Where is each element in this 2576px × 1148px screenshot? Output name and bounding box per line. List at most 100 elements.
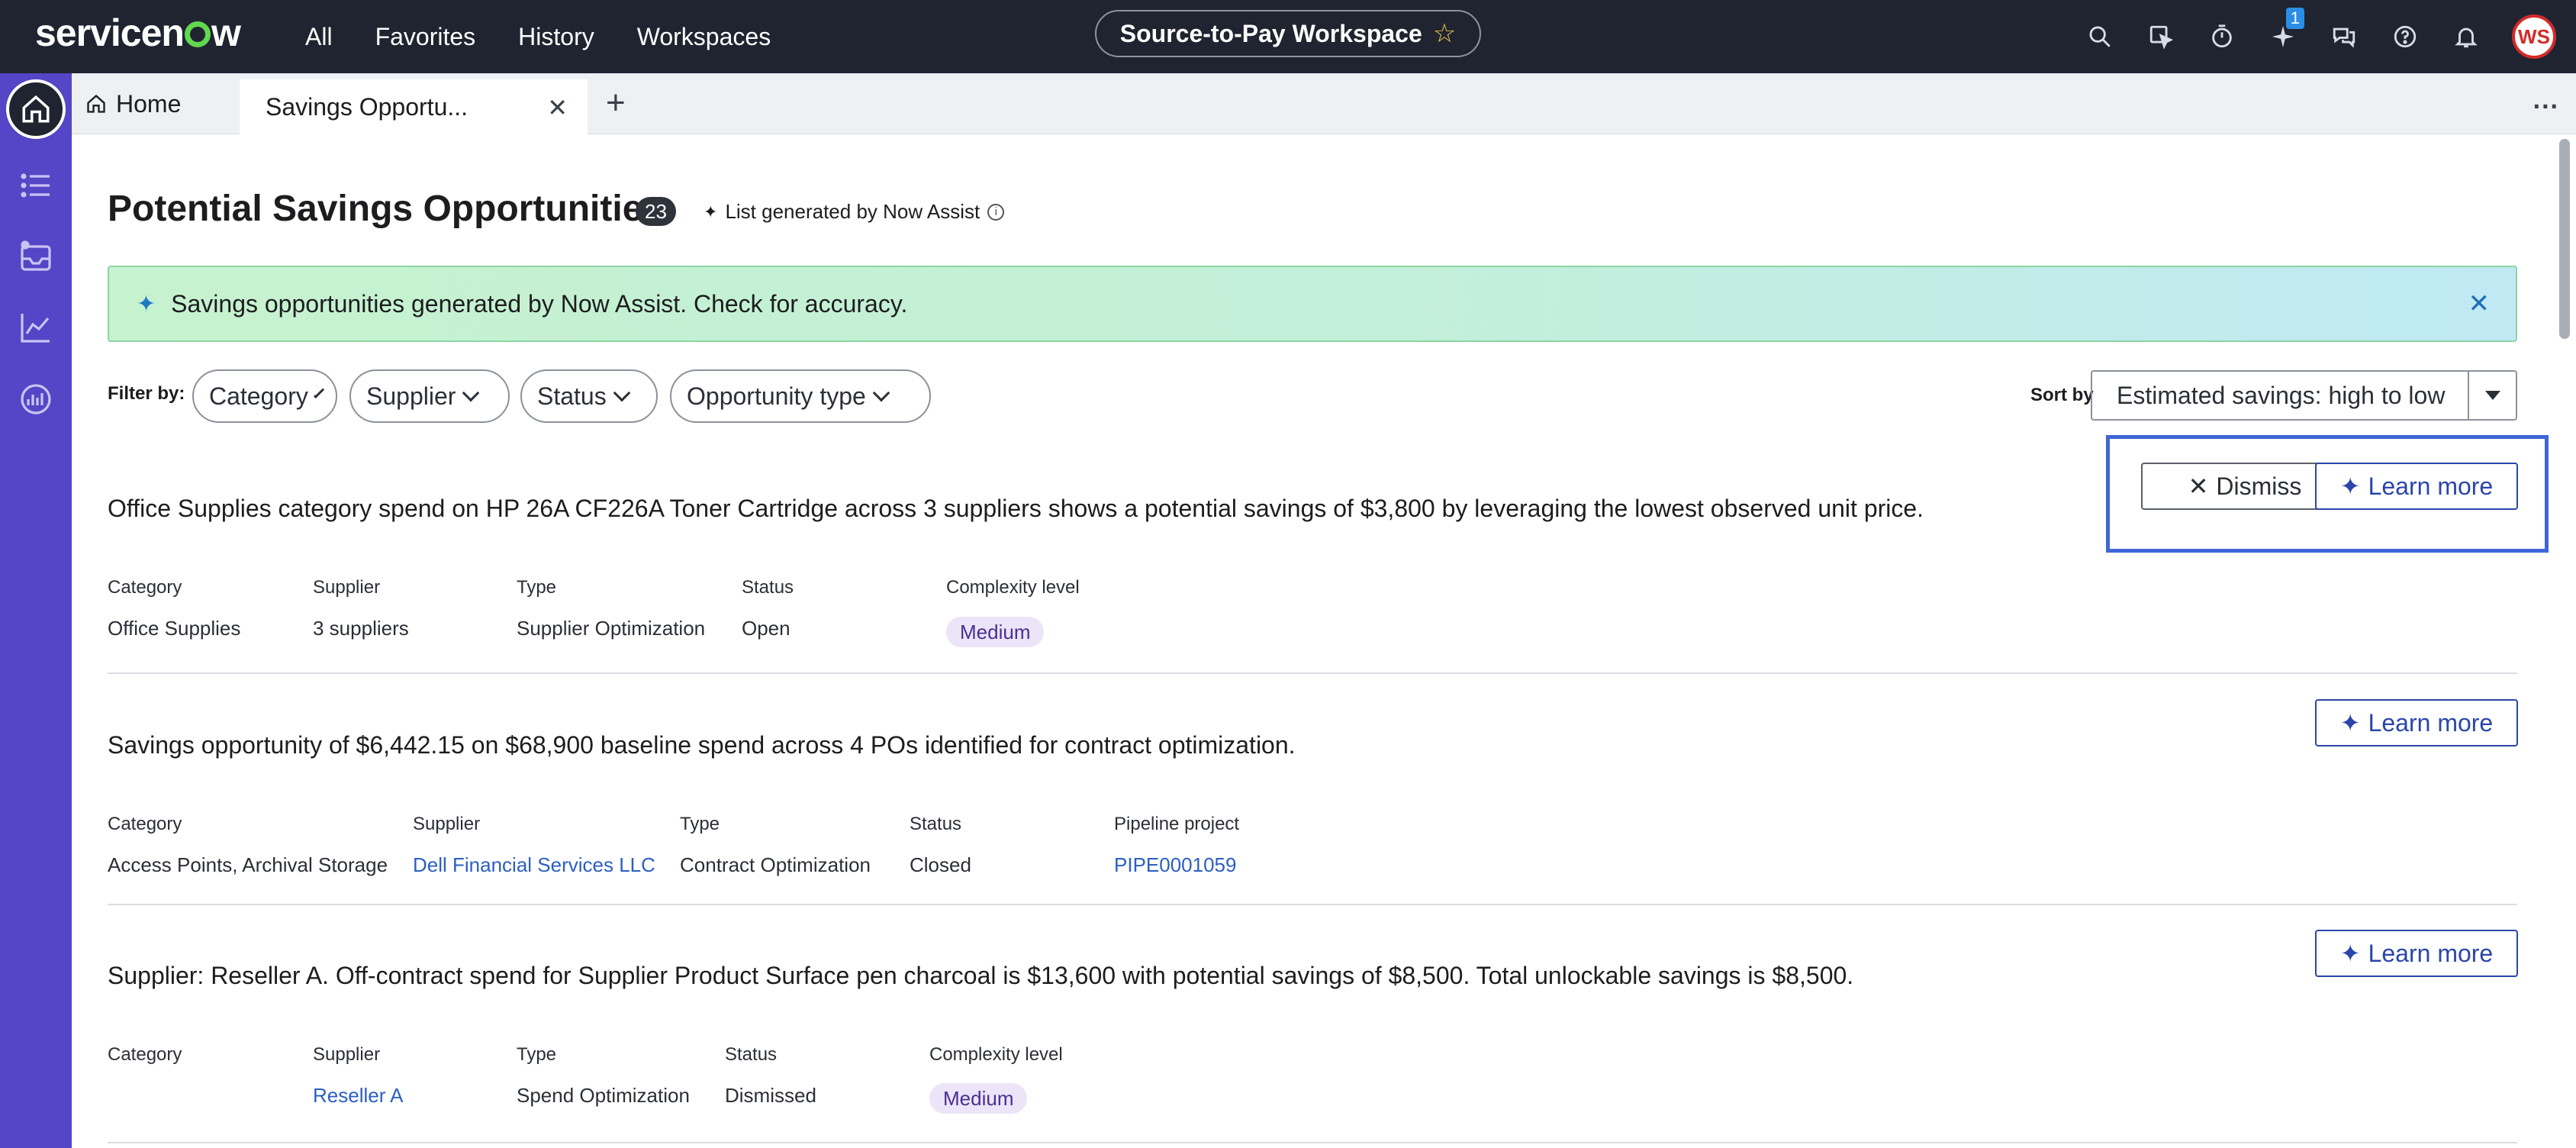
now-assist-note: ✦ List generated by Now Assist i bbox=[704, 200, 1005, 224]
sort-label: Sort by bbox=[2030, 385, 2094, 405]
nav-workspaces[interactable]: Workspaces bbox=[637, 23, 771, 51]
pipeline-project-link[interactable]: PIPE0001059 bbox=[1114, 853, 1236, 877]
tab-home[interactable]: Home bbox=[85, 85, 181, 122]
filter-category[interactable]: Category bbox=[192, 369, 337, 423]
field-value-status: Dismissed bbox=[725, 1084, 816, 1107]
chevron-down-icon bbox=[872, 384, 890, 402]
supplier-link[interactable]: Reseller A bbox=[313, 1084, 404, 1108]
list-icon[interactable] bbox=[15, 165, 56, 206]
field-value-supplier: 3 suppliers bbox=[313, 617, 409, 640]
now-assist-note-text: List generated by Now Assist bbox=[725, 200, 980, 223]
star-icon[interactable]: ☆ bbox=[1433, 18, 1456, 49]
nav-icon-group: 1 WS bbox=[2069, 0, 2576, 73]
tab-bar: Home Savings Opportu... ✕ + ... bbox=[72, 73, 2576, 134]
filter-supplier[interactable]: Supplier bbox=[349, 369, 510, 423]
complexity-badge: Medium bbox=[929, 1083, 1028, 1114]
tab-active-label: Savings Opportu... bbox=[266, 92, 469, 121]
field-label-type: Type bbox=[517, 577, 557, 598]
close-banner-icon[interactable]: ✕ bbox=[2468, 289, 2491, 319]
sparkle-icon: ✦ bbox=[2339, 472, 2361, 500]
sparkle-icon: ✦ bbox=[137, 291, 156, 317]
field-value-status: Closed bbox=[910, 853, 971, 876]
count-badge: 23 bbox=[636, 197, 676, 226]
servicenow-logo[interactable]: servicen w bbox=[35, 11, 241, 55]
help-icon[interactable] bbox=[2375, 0, 2436, 73]
field-label-pipeline-project: Pipeline project bbox=[1114, 814, 1240, 834]
learn-more-label: Learn more bbox=[2368, 939, 2494, 967]
close-tab-icon[interactable]: ✕ bbox=[547, 93, 568, 122]
chat-icon[interactable] bbox=[2314, 0, 2375, 73]
field-label-supplier: Supplier bbox=[313, 1044, 381, 1065]
field-label-status: Status bbox=[742, 577, 794, 598]
opportunity-description: Office Supplies category spend on HP 26A… bbox=[108, 495, 1924, 522]
field-value-type: Contract Optimization bbox=[680, 853, 871, 876]
search-icon[interactable] bbox=[2069, 0, 2130, 73]
learn-more-button[interactable]: ✦ Learn more bbox=[2315, 463, 2518, 510]
cursor-icon[interactable] bbox=[2130, 0, 2191, 73]
primary-nav: All Favorites History Workspaces bbox=[305, 0, 813, 73]
divider bbox=[108, 1142, 2517, 1143]
field-value-type: Supplier Optimization bbox=[517, 617, 706, 640]
opportunity-description: Supplier: Reseller A. Off-contract spend… bbox=[108, 962, 1854, 989]
dashboard-icon[interactable] bbox=[15, 379, 56, 420]
nav-all[interactable]: All bbox=[305, 23, 333, 51]
dropdown-arrow-icon[interactable] bbox=[2469, 391, 2516, 400]
filter-opportunity-type[interactable]: Opportunity type bbox=[670, 369, 931, 423]
banner-text: Savings opportunities generated by Now A… bbox=[171, 289, 908, 318]
filter-opportunity-type-label: Opportunity type bbox=[687, 382, 866, 410]
nav-favorites[interactable]: Favorites bbox=[375, 23, 476, 51]
field-label-supplier: Supplier bbox=[413, 814, 481, 834]
nav-history[interactable]: History bbox=[518, 23, 594, 51]
timer-icon[interactable] bbox=[2191, 0, 2252, 73]
top-navigation-bar: servicen w All Favorites History Workspac… bbox=[0, 0, 2576, 73]
now-assist-banner: ✦ Savings opportunities generated by Now… bbox=[108, 266, 2517, 342]
divider bbox=[108, 672, 2517, 674]
workspace-selector[interactable]: Source-to-Pay Workspace ☆ bbox=[1095, 10, 1481, 57]
inbox-icon[interactable] bbox=[15, 237, 56, 278]
field-label-category: Category bbox=[108, 577, 182, 598]
add-tab-button[interactable]: + bbox=[606, 84, 626, 122]
user-avatar[interactable]: WS bbox=[2512, 15, 2556, 59]
sort-select[interactable]: Estimated savings: high to low bbox=[2091, 370, 2517, 421]
field-value-type: Spend Optimization bbox=[517, 1084, 690, 1107]
field-value-status: Open bbox=[742, 617, 791, 640]
supplier-link[interactable]: Dell Financial Services LLC bbox=[413, 853, 655, 877]
learn-more-button[interactable]: ✦ Learn more bbox=[2315, 930, 2518, 977]
divider bbox=[108, 904, 2517, 905]
sparkle-small-icon: ✦ bbox=[704, 202, 718, 221]
bell-icon[interactable] bbox=[2436, 0, 2497, 73]
tab-savings-opportunities[interactable]: Savings Opportu... ✕ bbox=[240, 79, 588, 134]
field-label-type: Type bbox=[680, 814, 720, 834]
info-icon[interactable]: i bbox=[987, 203, 1005, 221]
close-icon: ✕ bbox=[2188, 472, 2209, 500]
scrollbar[interactable] bbox=[2559, 139, 2570, 339]
sparkle-icon[interactable]: 1 bbox=[2252, 0, 2314, 73]
filter-status[interactable]: Status bbox=[520, 369, 658, 423]
more-options-icon[interactable]: ... bbox=[2533, 85, 2559, 115]
dismiss-label: Dismiss bbox=[2216, 472, 2302, 500]
field-label-status: Status bbox=[725, 1044, 778, 1065]
notification-badge: 1 bbox=[2285, 8, 2304, 29]
learn-more-label: Learn more bbox=[2368, 708, 2494, 737]
chevron-down-icon bbox=[313, 387, 325, 399]
chevron-down-icon bbox=[613, 384, 631, 402]
page-title: Potential Savings Opportunities bbox=[108, 189, 664, 229]
field-value-category: Office Supplies bbox=[108, 617, 241, 640]
field-label-status: Status bbox=[910, 814, 962, 834]
filter-category-label: Category bbox=[209, 382, 308, 410]
tab-home-label: Home bbox=[116, 89, 182, 118]
workspace-name: Source-to-Pay Workspace bbox=[1119, 19, 1422, 47]
opportunity-description: Savings opportunity of $6,442.15 on $68,… bbox=[108, 731, 1296, 759]
learn-more-button[interactable]: ✦ Learn more bbox=[2315, 699, 2518, 747]
field-label-category: Category bbox=[108, 814, 182, 834]
analytics-icon[interactable] bbox=[15, 307, 56, 348]
filter-supplier-label: Supplier bbox=[366, 382, 456, 410]
home-icon[interactable] bbox=[6, 79, 66, 139]
field-value-category: Access Points, Archival Storage bbox=[108, 853, 388, 876]
complexity-badge: Medium bbox=[946, 617, 1045, 647]
filter-label: Filter by: bbox=[108, 383, 185, 404]
sparkle-icon: ✦ bbox=[2339, 709, 2361, 737]
field-label-category: Category bbox=[108, 1044, 182, 1065]
chevron-down-icon bbox=[462, 384, 480, 402]
home-tab-icon bbox=[87, 94, 105, 113]
